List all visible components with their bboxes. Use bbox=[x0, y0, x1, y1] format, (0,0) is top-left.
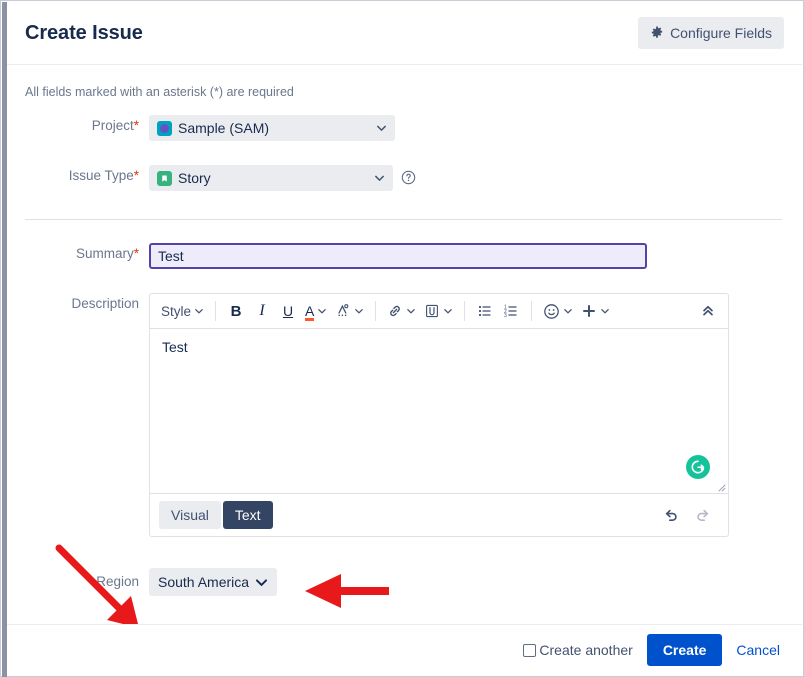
undo-icon[interactable] bbox=[663, 507, 679, 523]
create-another-checkbox[interactable]: Create another bbox=[523, 642, 633, 658]
field-row-description: Description Style B I U A 1 2 3 Test Vis… bbox=[7, 293, 729, 537]
required-fields-note: All fields marked with an asterisk (*) a… bbox=[25, 85, 294, 99]
issue-type-label: Issue Type* bbox=[68, 168, 139, 183]
text-color-icon: A bbox=[305, 304, 315, 322]
project-select[interactable]: Sample (SAM) bbox=[149, 115, 395, 141]
chevron-down-icon bbox=[407, 309, 416, 314]
project-value: Sample (SAM) bbox=[178, 120, 270, 136]
description-value: Test bbox=[162, 339, 188, 355]
configure-fields-button[interactable]: Configure Fields bbox=[638, 17, 784, 49]
chevron-down-icon bbox=[318, 309, 327, 314]
dialog-footer: Create another Create Cancel bbox=[7, 624, 802, 675]
style-dropdown[interactable]: Style bbox=[158, 298, 207, 324]
chevron-down-icon bbox=[444, 309, 453, 314]
description-editor: Style B I U A 1 2 3 Test Visual Text bbox=[149, 293, 729, 537]
cancel-link[interactable]: Cancel bbox=[736, 642, 780, 658]
editor-toolbar: Style B I U A 1 2 3 bbox=[150, 294, 728, 329]
tab-text[interactable]: Text bbox=[222, 501, 273, 529]
description-textarea[interactable]: Test bbox=[150, 329, 728, 494]
redo-icon[interactable] bbox=[695, 507, 711, 523]
attachment-button[interactable] bbox=[421, 298, 456, 324]
region-value: South America bbox=[158, 574, 250, 590]
insert-more-button[interactable] bbox=[578, 298, 613, 324]
create-button[interactable]: Create bbox=[646, 634, 723, 666]
editor-mode-bar: Visual Text bbox=[150, 494, 728, 536]
dialog-body: All fields marked with an asterisk (*) a… bbox=[7, 65, 802, 624]
chevron-down-icon bbox=[355, 309, 364, 314]
help-circle-icon[interactable] bbox=[401, 170, 416, 185]
annotation-arrow-left bbox=[305, 574, 389, 608]
text-highlight-button[interactable] bbox=[332, 298, 367, 324]
toolbar-separator bbox=[531, 301, 533, 321]
field-row-issue-type: Issue Type* Story bbox=[7, 165, 416, 191]
plus-icon bbox=[583, 305, 596, 317]
summary-label: Summary* bbox=[75, 246, 139, 261]
link-button[interactable] bbox=[384, 298, 419, 324]
collapse-toolbar-button[interactable] bbox=[696, 298, 720, 324]
chevron-down-icon bbox=[564, 309, 573, 314]
toolbar-separator bbox=[215, 301, 217, 321]
text-color-button[interactable]: A bbox=[302, 298, 330, 324]
checkbox-box[interactable] bbox=[523, 643, 537, 657]
project-required-marker: * bbox=[133, 118, 139, 133]
tab-visual[interactable]: Visual bbox=[159, 501, 221, 529]
toolbar-separator bbox=[375, 301, 377, 321]
summary-required-marker: * bbox=[133, 246, 139, 261]
text-highlight-icon bbox=[338, 304, 349, 317]
description-label: Description bbox=[71, 296, 139, 311]
resize-handle[interactable] bbox=[716, 482, 726, 492]
dialog-header: Create Issue Configure Fields bbox=[7, 2, 802, 65]
issue-type-required-marker: * bbox=[133, 168, 139, 183]
create-another-label: Create another bbox=[539, 642, 633, 658]
link-icon bbox=[390, 305, 401, 317]
numbered-list-icon: 1 2 3 bbox=[504, 304, 518, 319]
bullet-list-icon bbox=[479, 305, 492, 317]
paperclip-icon bbox=[426, 304, 439, 318]
field-row-summary: Summary* bbox=[7, 243, 647, 269]
chevron-down-icon bbox=[375, 175, 384, 181]
bullet-list-button[interactable] bbox=[473, 298, 497, 324]
chevron-down-icon bbox=[377, 125, 386, 131]
toolbar-separator bbox=[464, 301, 466, 321]
story-type-icon bbox=[157, 170, 172, 186]
grammarly-icon[interactable] bbox=[686, 455, 710, 479]
bold-button[interactable]: B bbox=[224, 298, 248, 324]
region-label: Region bbox=[96, 574, 139, 589]
smiley-icon bbox=[544, 303, 560, 319]
summary-input[interactable] bbox=[149, 243, 647, 269]
configure-fields-label: Configure Fields bbox=[670, 25, 772, 41]
chevron-down-icon bbox=[195, 309, 203, 314]
create-issue-dialog: Create Issue Configure Fields All fields… bbox=[7, 2, 802, 675]
section-divider bbox=[25, 219, 782, 220]
numbered-list-button[interactable]: 1 2 3 bbox=[499, 298, 523, 324]
issue-type-select[interactable]: Story bbox=[149, 165, 393, 191]
svg-text:3: 3 bbox=[504, 313, 507, 319]
project-avatar-icon bbox=[157, 120, 172, 136]
underline-button[interactable]: U bbox=[276, 298, 300, 324]
dialog-frame: Create Issue Configure Fields All fields… bbox=[0, 0, 804, 677]
page-title: Create Issue bbox=[25, 21, 143, 44]
field-row-region: Region South America bbox=[7, 568, 278, 596]
chevron-down-icon bbox=[601, 309, 610, 314]
project-label: Project* bbox=[91, 118, 139, 133]
gear-icon bbox=[650, 26, 664, 40]
issue-type-value: Story bbox=[178, 170, 211, 186]
double-chevron-up-icon bbox=[703, 305, 713, 316]
chevron-down-icon bbox=[256, 578, 268, 586]
field-row-project: Project* Sample (SAM) bbox=[7, 115, 395, 141]
undo-redo-group bbox=[663, 507, 719, 523]
italic-button[interactable]: I bbox=[250, 298, 274, 324]
region-select[interactable]: South America bbox=[149, 568, 278, 596]
emoji-button[interactable] bbox=[540, 298, 576, 324]
